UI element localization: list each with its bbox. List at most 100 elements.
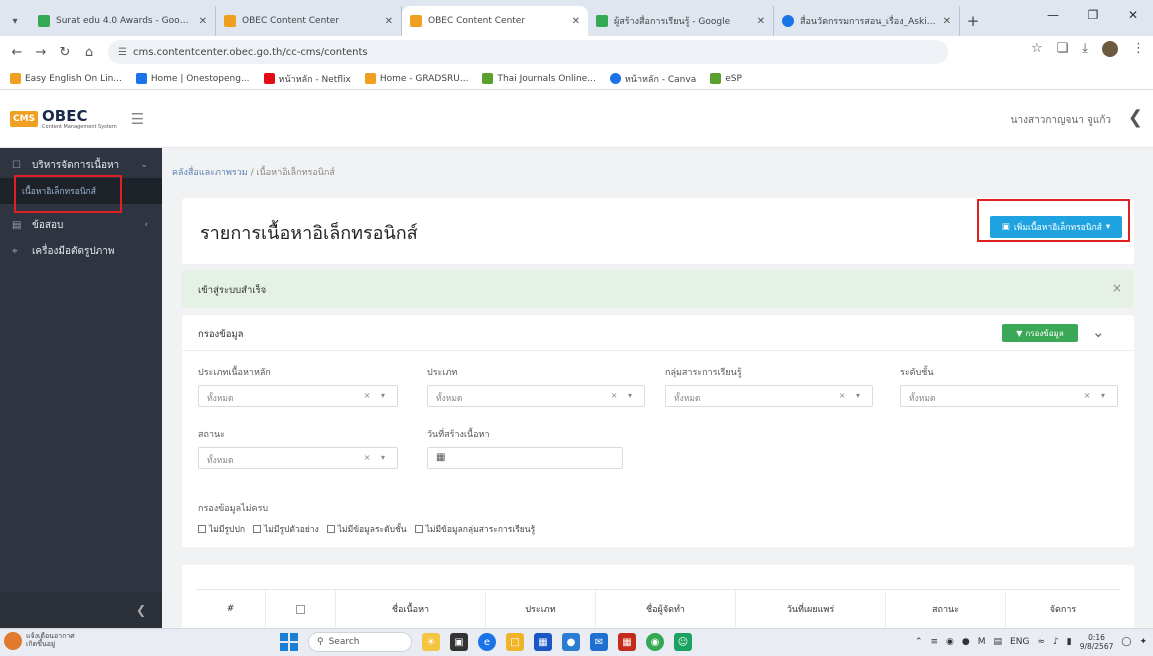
forward-arrow-icon[interactable]: → xyxy=(30,41,52,63)
close-icon[interactable]: × xyxy=(1112,281,1122,295)
sidebar-item-crop-tool[interactable]: ⌖ เครื่องมือตัดรูปภาพ xyxy=(0,238,162,264)
clear-dropdown-icon[interactable]: × ▾ xyxy=(839,391,864,400)
close-icon[interactable]: ✕ xyxy=(943,16,951,27)
sidebar-collapse-button[interactable]: ❮ xyxy=(0,592,162,628)
new-tab-button[interactable]: + xyxy=(960,6,986,36)
browser-tab[interactable]: สื่อนวัตกรรมการสอน_เรื่อง_Asking ✕ xyxy=(774,6,960,36)
chrome-icon[interactable]: ◉ xyxy=(646,633,664,651)
browser-tab[interactable]: Surat edu 4.0 Awards - Google ✕ xyxy=(30,6,216,36)
chevron-left-icon[interactable]: ❮ xyxy=(1128,107,1143,128)
column-header-status[interactable]: สถานะ xyxy=(886,590,1006,628)
bookmark[interactable]: Home - GRADSRU... xyxy=(364,73,468,84)
widgets-icon[interactable]: ☀ xyxy=(422,633,440,651)
subject-group-select[interactable]: ทั้งหมด × ▾ xyxy=(665,385,873,407)
wifi-icon[interactable]: ≈ xyxy=(1037,637,1045,647)
bookmark[interactable]: หน้าหลัก - Canva xyxy=(609,72,696,86)
status-select[interactable]: ทั้งหมด × ▾ xyxy=(198,447,398,469)
browser-tab-active[interactable]: OBEC Content Center ✕ xyxy=(402,6,588,36)
notification-icon[interactable]: ◯ xyxy=(1121,637,1131,647)
bookmark[interactable]: eSP xyxy=(710,73,742,84)
close-icon[interactable]: ✕ xyxy=(199,16,207,27)
logo[interactable]: CMS OBEC Content Management System ☰ xyxy=(0,90,162,148)
tray-app-icon[interactable]: M xyxy=(978,637,986,647)
browser-tab[interactable]: ผู้สร้างสื่อการเรียนรู้ - Google ✕ xyxy=(588,6,774,36)
bookmark[interactable]: Easy English On Lin... xyxy=(10,73,122,84)
taskbar-search[interactable]: ⚲ Search xyxy=(308,632,412,652)
minimize-icon[interactable]: — xyxy=(1033,0,1073,30)
filter-status: สถานะ ทั้งหมด × ▾ xyxy=(198,427,398,469)
bookmark[interactable]: Home | Onestopeng... xyxy=(135,73,250,84)
user-name[interactable]: นางสาวกาญจนา จูแก้ว xyxy=(1011,113,1111,128)
column-header-content-name[interactable]: ชื่อเนื้อหา xyxy=(336,590,486,628)
select-value: ทั้งหมด xyxy=(674,394,701,404)
pdf-reader-icon[interactable]: ▦ xyxy=(618,633,636,651)
close-icon[interactable]: ✕ xyxy=(757,16,765,27)
column-header-author[interactable]: ชื่อผู้จัดทำ xyxy=(596,590,736,628)
no-subject-data-checkbox[interactable]: ไม่มีข้อมูลกลุ่มสาระการเรียนรู้ xyxy=(414,522,535,536)
tray-app-icon[interactable]: ▤ xyxy=(994,637,1003,647)
clear-dropdown-icon[interactable]: × ▾ xyxy=(1084,391,1109,400)
no-sample-image-checkbox[interactable]: ไม่มีรูปตัวอย่าง xyxy=(252,522,319,536)
restore-icon[interactable]: ❐ xyxy=(1073,0,1113,30)
language-indicator[interactable]: ENG xyxy=(1010,637,1029,647)
column-header-type[interactable]: ประเภท xyxy=(486,590,596,628)
sidebar-item-label: บริหารจัดการเนื้อหา xyxy=(32,159,120,171)
battery-icon[interactable]: ▮ xyxy=(1067,637,1072,647)
extensions-icon[interactable]: ❏ xyxy=(1057,41,1069,57)
site-info-icon[interactable]: ☰ xyxy=(118,47,127,58)
chevron-down-icon: ⌄ xyxy=(140,160,148,170)
checkbox-label: ไม่มีรูปตัวอย่าง xyxy=(263,525,319,535)
chevron-down-icon[interactable]: ⌄ xyxy=(1092,323,1105,341)
store-icon[interactable]: ▦ xyxy=(534,633,552,651)
mail-icon[interactable]: ✉ xyxy=(590,633,608,651)
tray-app-icon[interactable]: ≡ xyxy=(930,637,938,647)
teams-icon[interactable]: ● xyxy=(562,633,580,651)
main-type-select[interactable]: ทั้งหมด × ▾ xyxy=(198,385,398,407)
volume-icon[interactable]: ♪ xyxy=(1053,637,1059,647)
windows-start-icon[interactable] xyxy=(280,633,298,651)
column-header-publish-date[interactable]: วันที่เผยแพร่ xyxy=(736,590,886,628)
clear-dropdown-icon[interactable]: × ▾ xyxy=(611,391,636,400)
tab-search-icon[interactable]: ▾ xyxy=(0,6,30,36)
type-select[interactable]: ทั้งหมด × ▾ xyxy=(427,385,645,407)
bookmark[interactable]: หน้าหลัก - Netflix xyxy=(263,72,351,86)
hamburger-menu-icon[interactable]: ☰ xyxy=(131,110,144,128)
clock[interactable]: 0:16 9/8/2567 xyxy=(1080,633,1114,651)
sidebar-item-exam[interactable]: ▤ ข้อสอบ ‹ xyxy=(0,212,162,238)
filter-icon: ▼ xyxy=(1016,328,1023,338)
checkbox-icon[interactable] xyxy=(296,604,305,614)
close-icon[interactable]: ✕ xyxy=(572,16,580,27)
edge-icon[interactable]: e xyxy=(478,633,496,651)
clear-dropdown-icon[interactable]: × ▾ xyxy=(364,391,389,400)
checkbox-icon xyxy=(414,525,423,533)
grade-level-select[interactable]: ทั้งหมด × ▾ xyxy=(900,385,1118,407)
menu-icon[interactable]: ⋮ xyxy=(1132,41,1145,57)
column-header-select-all[interactable] xyxy=(266,590,336,628)
no-cover-checkbox[interactable]: ไม่มีรูปปก xyxy=(198,522,245,536)
file-explorer-icon[interactable]: □ xyxy=(506,633,524,651)
created-date-input[interactable]: ▦ xyxy=(427,447,623,469)
star-icon[interactable]: ☆ xyxy=(1031,41,1043,57)
home-icon[interactable]: ⌂ xyxy=(78,41,100,63)
reload-icon[interactable]: ↻ xyxy=(54,41,76,63)
no-grade-data-checkbox[interactable]: ไม่มีข้อมูลระดับชั้น xyxy=(326,522,407,536)
back-arrow-icon[interactable]: ← xyxy=(6,41,28,63)
clear-dropdown-icon[interactable]: × ▾ xyxy=(364,453,389,462)
tray-app-icon[interactable]: ● xyxy=(962,637,970,647)
url-input[interactable]: ☰ cms.contentcenter.obec.go.th/cc-cms/co… xyxy=(108,40,948,64)
breadcrumb-parent-link[interactable]: คลังสื่อและภาพรวม xyxy=(172,168,248,178)
line-app-icon[interactable]: ☺ xyxy=(674,633,692,651)
taskbar: แจ้งเตือนอากาศ เกิดขึ้นอยู่ ⚲ Search ☀ ▣… xyxy=(0,628,1153,656)
tray-app-icon[interactable]: ◉ xyxy=(946,637,954,647)
bookmark[interactable]: Thai Journals Online... xyxy=(482,73,596,84)
copilot-icon[interactable]: ✦ xyxy=(1139,637,1147,647)
chevron-up-icon[interactable]: ⌃ xyxy=(915,637,923,647)
filter-button[interactable]: ▼ กรองข้อมูล xyxy=(1002,324,1078,342)
task-view-icon[interactable]: ▣ xyxy=(450,633,468,651)
weather-widget[interactable]: แจ้งเตือนอากาศ เกิดขึ้นอยู่ xyxy=(4,632,75,650)
profile-avatar[interactable] xyxy=(1102,41,1118,57)
browser-tab[interactable]: OBEC Content Center ✕ xyxy=(216,6,402,36)
close-window-icon[interactable]: ✕ xyxy=(1113,0,1153,30)
close-icon[interactable]: ✕ xyxy=(385,16,393,27)
download-icon[interactable]: ⤓ xyxy=(1082,41,1088,57)
